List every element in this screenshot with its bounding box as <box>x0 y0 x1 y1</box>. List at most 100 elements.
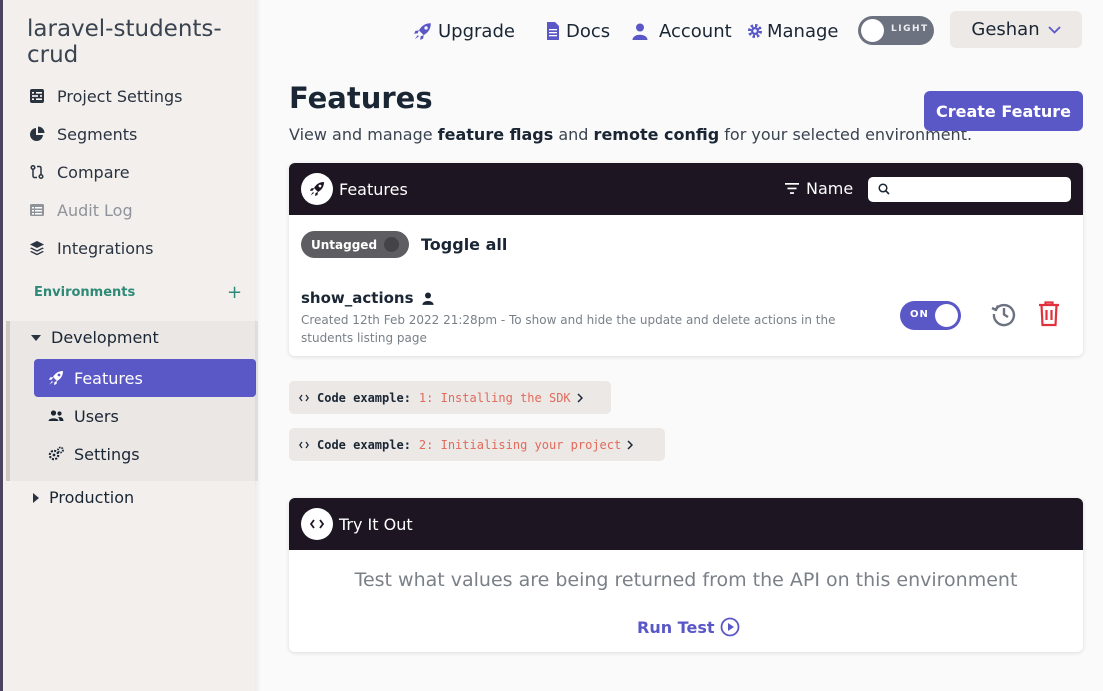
run-test-button[interactable]: Run Test <box>637 617 740 637</box>
toggle-knob <box>935 304 958 327</box>
manage-label: Manage <box>767 20 839 42</box>
nav-label: Compare <box>57 162 130 182</box>
try-panel-text: Test what values are being returned from… <box>354 569 1018 591</box>
code-icon <box>299 391 309 405</box>
account-link[interactable]: Account <box>632 18 732 44</box>
manage-link[interactable]: Manage <box>747 18 839 44</box>
user-menu-button[interactable]: Geshan <box>950 11 1082 48</box>
nav-label: Audit Log <box>57 200 133 220</box>
nav-project-settings[interactable]: Project Settings <box>27 84 182 108</box>
try-panel-header: Try It Out <box>289 498 1083 550</box>
code-icon <box>301 508 333 540</box>
env-production-label: Production <box>49 488 135 507</box>
sort-icon <box>785 183 799 194</box>
rocket-icon <box>413 22 432 41</box>
sidebar: laravel-students-crud Project Settings S… <box>0 0 261 691</box>
account-label: Account <box>659 20 732 42</box>
nav-integrations[interactable]: Integrations <box>27 236 154 260</box>
tag-filter-row: Untagged Toggle all <box>301 231 507 258</box>
feature-enabled-toggle[interactable]: ON <box>900 301 961 330</box>
user-icon <box>632 23 648 40</box>
user-icon <box>421 292 434 305</box>
rocket-icon <box>301 173 333 205</box>
feature-description: Created 12th Feb 2022 21:28pm - To show … <box>301 313 836 345</box>
trash-icon <box>1037 301 1061 331</box>
gears-icon <box>48 446 64 462</box>
env-item-settings[interactable]: Settings <box>34 435 256 473</box>
nav-label: Integrations <box>57 238 154 258</box>
env-item-label: Features <box>74 368 143 388</box>
code-example-1[interactable]: Code example: 1: Installing the SDK <box>289 381 611 414</box>
env-item-users[interactable]: Users <box>34 397 256 435</box>
chevron-right-icon <box>577 392 583 403</box>
features-panel: Features Name Untagged Toggle all show_a… <box>289 163 1083 356</box>
desc-text: and <box>553 125 594 144</box>
user-name: Geshan <box>971 19 1040 40</box>
code-example-2[interactable]: Code example: 2: Initialising your proje… <box>289 428 665 461</box>
search-icon <box>878 180 890 199</box>
features-panel-header: Features Name <box>289 163 1083 215</box>
document-icon <box>546 22 560 40</box>
upgrade-label: Upgrade <box>438 20 515 42</box>
history-button[interactable] <box>990 300 1018 332</box>
nav-audit-log[interactable]: Audit Log <box>27 198 133 222</box>
history-icon <box>990 303 1018 332</box>
desc-text: View and manage <box>289 125 438 144</box>
search-box <box>868 177 1071 202</box>
pie-chart-icon <box>27 125 47 143</box>
add-environment-button[interactable]: + <box>227 282 242 303</box>
layers-icon <box>27 239 47 257</box>
list-icon <box>27 201 47 219</box>
toggle-knob <box>384 237 399 252</box>
docs-link[interactable]: Docs <box>546 18 610 44</box>
play-circle-icon <box>720 617 740 637</box>
rocket-icon <box>48 370 64 386</box>
chevron-right-icon <box>627 439 634 450</box>
toggle-all-button[interactable]: Toggle all <box>421 235 507 254</box>
nav-label: Project Settings <box>57 86 183 106</box>
features-panel-title: Features <box>339 179 408 199</box>
untagged-toggle[interactable]: Untagged <box>301 231 409 258</box>
feature-name: show_actions <box>301 289 414 307</box>
env-development-label: Development <box>51 328 159 347</box>
desc-bold-feature-flags: feature flags <box>437 125 554 144</box>
theme-toggle[interactable]: LIGHT <box>858 16 934 45</box>
code-example-label: 2: Initialising your project <box>418 437 622 452</box>
env-development[interactable]: Development <box>31 328 159 347</box>
nav-label: Segments <box>57 124 138 144</box>
git-compare-icon <box>27 163 47 181</box>
env-production[interactable]: Production <box>33 488 134 507</box>
search-input[interactable] <box>896 182 1066 197</box>
sliders-icon <box>27 87 47 105</box>
docs-label: Docs <box>566 20 611 42</box>
env-item-label: Settings <box>74 444 140 464</box>
sort-by-name-button[interactable]: Name <box>785 179 853 198</box>
nav-segments[interactable]: Segments <box>27 122 137 146</box>
code-example-prefix: Code example: <box>317 437 411 452</box>
project-name[interactable]: laravel-students-crud <box>27 16 252 68</box>
delete-feature-button[interactable] <box>1037 300 1061 331</box>
gear-icon <box>747 23 763 39</box>
environments-label: Environments <box>34 285 136 300</box>
code-icon <box>299 438 309 452</box>
caret-right-icon <box>33 492 39 503</box>
desc-bold-remote-config: remote config <box>593 125 720 144</box>
toggle-label: ON <box>910 309 929 320</box>
feature-row[interactable]: show_actions <box>301 289 434 307</box>
nav-compare[interactable]: Compare <box>27 160 130 184</box>
env-item-label: Users <box>74 406 119 426</box>
users-icon <box>48 408 64 424</box>
theme-label: LIGHT <box>891 24 929 34</box>
page-description: View and manage feature flags and remote… <box>289 125 972 144</box>
toggle-knob <box>861 19 884 42</box>
caret-down-icon <box>31 334 41 341</box>
code-example-prefix: Code example: <box>317 390 411 405</box>
sort-label: Name <box>806 179 854 198</box>
tag-label: Untagged <box>311 237 378 252</box>
page-title: Features <box>289 81 433 115</box>
env-item-features[interactable]: Features <box>34 359 256 397</box>
run-test-label: Run Test <box>637 617 715 637</box>
create-feature-button[interactable]: Create Feature <box>924 91 1083 131</box>
upgrade-link[interactable]: Upgrade <box>413 18 515 44</box>
code-example-label: 1: Installing the SDK <box>418 390 571 405</box>
